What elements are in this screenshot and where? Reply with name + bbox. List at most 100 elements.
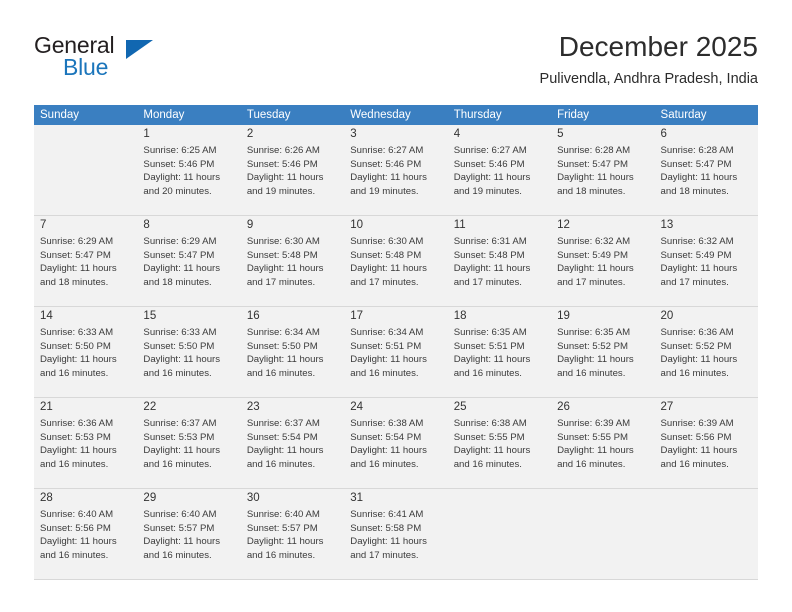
- calendar-day-cell[interactable]: 1 Sunrise: 6:25 AM Sunset: 5:46 PM Daylig…: [137, 125, 241, 215]
- day-number: 8: [143, 219, 150, 231]
- day-sun-info: Sunrise: 6:28 AM Sunset: 5:47 PM Dayligh…: [660, 145, 738, 197]
- general-blue-logo[interactable]: General Blue: [34, 32, 264, 90]
- weekday-header-wednesday: Wednesday: [344, 105, 448, 125]
- calendar-day-cell[interactable]: 28 Sunrise: 6:40 AM Sunset: 5:56 PM Dayli…: [34, 489, 138, 579]
- calendar-day-cell[interactable]: 6 Sunrise: 6:28 AM Sunset: 5:47 PM Daylig…: [654, 125, 758, 215]
- calendar-week-row: 14 Sunrise: 6:33 AM Sunset: 5:50 PM Dayli…: [34, 307, 758, 397]
- page-title: December 2025: [558, 31, 758, 62]
- calendar-day-cell[interactable]: 5 Sunrise: 6:28 AM Sunset: 5:47 PM Daylig…: [551, 125, 655, 215]
- day-sun-info: Sunrise: 6:40 AM Sunset: 5:57 PM Dayligh…: [246, 509, 324, 561]
- day-sun-info: Sunrise: 6:28 AM Sunset: 5:47 PM Dayligh…: [557, 145, 634, 197]
- calendar-day-cell[interactable]: 19 Sunrise: 6:35 AM Sunset: 5:52 PM Dayli…: [551, 307, 655, 397]
- day-sun-info: Sunrise: 6:29 AM Sunset: 5:47 PM Dayligh…: [40, 236, 117, 288]
- calendar-day-cell[interactable]: 7 Sunrise: 6:29 AM Sunset: 5:47 PM Daylig…: [34, 216, 138, 306]
- calendar-day-cell[interactable]: 13 Sunrise: 6:32 AM Sunset: 5:49 PM Dayli…: [654, 216, 758, 306]
- calendar-day-cell[interactable]: 18 Sunrise: 6:35 AM Sunset: 5:51 PM Dayli…: [447, 307, 552, 397]
- day-number: 1: [143, 128, 150, 140]
- day-sun-info: Sunrise: 6:37 AM Sunset: 5:54 PM Dayligh…: [246, 418, 324, 470]
- day-sun-info: Sunrise: 6:39 AM Sunset: 5:56 PM Dayligh…: [660, 418, 738, 470]
- day-cell-inner: 30 Sunrise: 6:40 AM Sunset: 5:57 PM Dayli…: [240, 489, 345, 579]
- day-sun-info: Sunrise: 6:39 AM Sunset: 5:55 PM Dayligh…: [557, 418, 634, 470]
- calendar-day-cell[interactable]: 9 Sunrise: 6:30 AM Sunset: 5:48 PM Daylig…: [240, 216, 345, 306]
- day-sun-info: Sunrise: 6:27 AM Sunset: 5:46 PM Dayligh…: [350, 145, 427, 197]
- calendar-day-cell[interactable]: 14 Sunrise: 6:33 AM Sunset: 5:50 PM Dayli…: [34, 307, 138, 397]
- day-sun-info: Sunrise: 6:41 AM Sunset: 5:58 PM Dayligh…: [350, 509, 427, 561]
- calendar-day-cell[interactable]: 4 Sunrise: 6:27 AM Sunset: 5:46 PM Daylig…: [447, 125, 552, 215]
- day-cell-inner: 19 Sunrise: 6:35 AM Sunset: 5:52 PM Dayli…: [551, 307, 655, 397]
- day-cell-inner: 11 Sunrise: 6:31 AM Sunset: 5:48 PM Dayli…: [447, 216, 552, 306]
- day-cell-inner: 18 Sunrise: 6:35 AM Sunset: 5:51 PM Dayli…: [447, 307, 552, 397]
- week-separator-line: [34, 579, 758, 580]
- calendar-day-cell[interactable]: 2 Sunrise: 6:26 AM Sunset: 5:46 PM Daylig…: [240, 125, 345, 215]
- calendar-day-cell[interactable]: 10 Sunrise: 6:30 AM Sunset: 5:48 PM Dayli…: [344, 216, 448, 306]
- day-number: 10: [350, 219, 364, 231]
- day-cell-inner: [34, 125, 138, 215]
- day-sun-info: Sunrise: 6:35 AM Sunset: 5:52 PM Dayligh…: [557, 327, 634, 379]
- calendar-day-cell[interactable]: 20 Sunrise: 6:36 AM Sunset: 5:52 PM Dayli…: [654, 307, 758, 397]
- day-number: 2: [246, 128, 254, 140]
- logo-triangle-icon: [126, 40, 153, 59]
- day-sun-info: Sunrise: 6:38 AM Sunset: 5:54 PM Dayligh…: [350, 418, 427, 470]
- calendar-day-cell[interactable]: 12 Sunrise: 6:32 AM Sunset: 5:49 PM Dayli…: [551, 216, 655, 306]
- calendar-day-cell[interactable]: 30 Sunrise: 6:40 AM Sunset: 5:57 PM Dayli…: [240, 489, 345, 579]
- day-cell-inner: 3 Sunrise: 6:27 AM Sunset: 5:46 PM Daylig…: [344, 125, 448, 215]
- day-number: 28: [40, 492, 53, 504]
- day-sun-info: Sunrise: 6:35 AM Sunset: 5:51 PM Dayligh…: [453, 327, 531, 379]
- day-cell-inner: 23 Sunrise: 6:37 AM Sunset: 5:54 PM Dayli…: [240, 398, 345, 488]
- day-number: 14: [40, 310, 53, 322]
- weekday-header-saturday: Saturday: [654, 105, 758, 125]
- day-sun-info: Sunrise: 6:33 AM Sunset: 5:50 PM Dayligh…: [143, 327, 221, 379]
- day-cell-inner: [447, 489, 552, 579]
- day-number: 21: [40, 401, 53, 413]
- calendar-table: Sunday Monday Tuesday Wednesday Thursday…: [34, 105, 758, 580]
- calendar-empty-cell: [551, 489, 655, 579]
- weekday-header-thursday: Thursday: [447, 105, 552, 125]
- calendar-day-cell[interactable]: 8 Sunrise: 6:29 AM Sunset: 5:47 PM Daylig…: [137, 216, 241, 306]
- calendar-day-cell[interactable]: 17 Sunrise: 6:34 AM Sunset: 5:51 PM Dayli…: [344, 307, 448, 397]
- day-cell-inner: 6 Sunrise: 6:28 AM Sunset: 5:47 PM Daylig…: [654, 125, 758, 215]
- calendar-day-cell[interactable]: 23 Sunrise: 6:37 AM Sunset: 5:54 PM Dayli…: [240, 398, 345, 488]
- calendar-day-cell[interactable]: 31 Sunrise: 6:41 AM Sunset: 5:58 PM Dayli…: [344, 489, 448, 579]
- calendar-day-cell[interactable]: 15 Sunrise: 6:33 AM Sunset: 5:50 PM Dayli…: [137, 307, 241, 397]
- calendar-day-cell[interactable]: 21 Sunrise: 6:36 AM Sunset: 5:53 PM Dayli…: [34, 398, 138, 488]
- day-number: [661, 491, 752, 493]
- day-number: 27: [660, 401, 674, 413]
- calendar-day-cell[interactable]: 3 Sunrise: 6:27 AM Sunset: 5:46 PM Daylig…: [344, 125, 448, 215]
- calendar-day-cell[interactable]: 16 Sunrise: 6:34 AM Sunset: 5:50 PM Dayli…: [240, 307, 345, 397]
- calendar-day-cell[interactable]: 25 Sunrise: 6:38 AM Sunset: 5:55 PM Dayli…: [447, 398, 552, 488]
- title-block: December 2025 Pulivendla, Andhra Pradesh…: [540, 30, 758, 90]
- weekday-header-tuesday: Tuesday: [240, 105, 345, 125]
- calendar-day-cell[interactable]: 29 Sunrise: 6:40 AM Sunset: 5:57 PM Dayli…: [137, 489, 241, 579]
- day-number: 30: [246, 492, 260, 504]
- day-cell-inner: 1 Sunrise: 6:25 AM Sunset: 5:46 PM Daylig…: [137, 125, 241, 215]
- day-sun-info: Sunrise: 6:30 AM Sunset: 5:48 PM Dayligh…: [350, 236, 427, 288]
- day-cell-inner: 28 Sunrise: 6:40 AM Sunset: 5:56 PM Dayli…: [34, 489, 138, 579]
- calendar-day-cell[interactable]: 27 Sunrise: 6:39 AM Sunset: 5:56 PM Dayli…: [654, 398, 758, 488]
- day-cell-inner: 14 Sunrise: 6:33 AM Sunset: 5:50 PM Dayli…: [34, 307, 138, 397]
- calendar-day-cell[interactable]: 26 Sunrise: 6:39 AM Sunset: 5:55 PM Dayli…: [551, 398, 655, 488]
- day-number: 22: [143, 401, 157, 413]
- day-sun-info: Sunrise: 6:34 AM Sunset: 5:51 PM Dayligh…: [350, 327, 427, 379]
- day-cell-inner: 10 Sunrise: 6:30 AM Sunset: 5:48 PM Dayli…: [344, 216, 448, 306]
- day-number: 12: [557, 219, 570, 231]
- day-number: 19: [557, 310, 570, 322]
- day-sun-info: Sunrise: 6:38 AM Sunset: 5:55 PM Dayligh…: [453, 418, 531, 470]
- calendar-empty-cell: [34, 125, 138, 215]
- day-number: 29: [143, 492, 157, 504]
- calendar-day-cell[interactable]: 11 Sunrise: 6:31 AM Sunset: 5:48 PM Dayli…: [447, 216, 552, 306]
- day-cell-inner: 12 Sunrise: 6:32 AM Sunset: 5:49 PM Dayli…: [551, 216, 655, 306]
- day-number: [557, 491, 648, 493]
- day-sun-info: Sunrise: 6:36 AM Sunset: 5:53 PM Dayligh…: [40, 418, 117, 470]
- day-number: 3: [350, 128, 357, 140]
- day-cell-inner: 15 Sunrise: 6:33 AM Sunset: 5:50 PM Dayli…: [137, 307, 241, 397]
- page-header: General Blue December 2025 Pulivendla, A…: [34, 30, 758, 92]
- day-sun-info: Sunrise: 6:27 AM Sunset: 5:46 PM Dayligh…: [453, 145, 531, 197]
- day-number: 17: [350, 310, 364, 322]
- day-number: 9: [246, 219, 254, 231]
- day-cell-inner: 22 Sunrise: 6:37 AM Sunset: 5:53 PM Dayli…: [137, 398, 241, 488]
- calendar-day-cell[interactable]: 22 Sunrise: 6:37 AM Sunset: 5:53 PM Dayli…: [137, 398, 241, 488]
- calendar-day-cell[interactable]: 24 Sunrise: 6:38 AM Sunset: 5:54 PM Dayli…: [344, 398, 448, 488]
- day-number: 7: [40, 219, 47, 231]
- calendar-page: General Blue December 2025 Pulivendla, A…: [0, 0, 792, 612]
- weekday-header-sunday: Sunday: [34, 105, 138, 125]
